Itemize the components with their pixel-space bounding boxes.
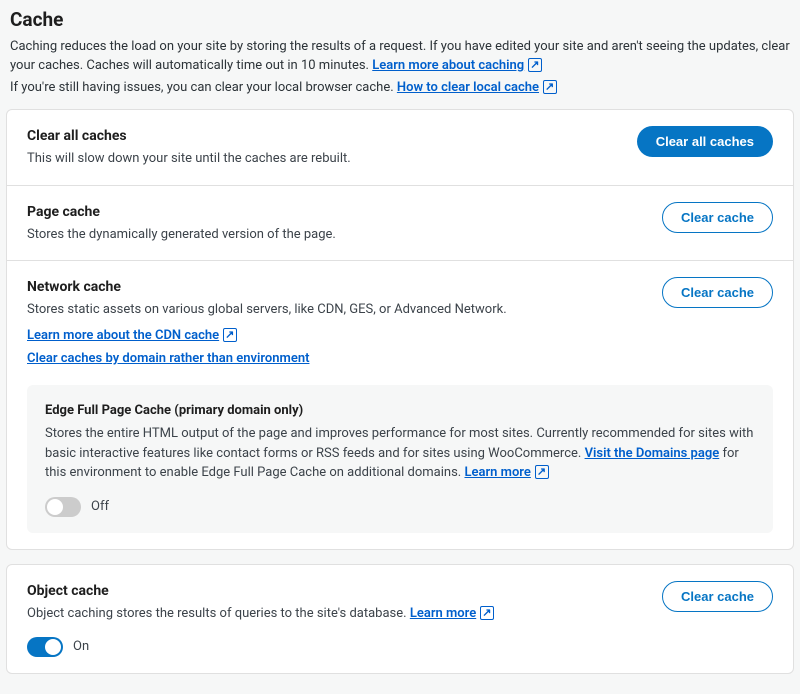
clear-all-caches-button[interactable]: Clear all caches	[637, 126, 773, 157]
cdn-cache-link[interactable]: Learn more about the CDN cache	[27, 326, 237, 346]
page-header: Cache Caching reduces the load on your s…	[6, 6, 794, 109]
object-cache-learn-more-link[interactable]: Learn more	[410, 606, 494, 621]
clear-object-cache-button[interactable]: Clear cache	[662, 581, 773, 612]
page-description-2: If you're still having issues, you can c…	[10, 78, 790, 98]
clear-all-title: Clear all caches	[27, 126, 625, 147]
page-cache-desc: Stores the dynamically generated version…	[27, 225, 650, 245]
page-description: Caching reduces the load on your site by…	[10, 37, 790, 76]
edge-cache-subcard: Edge Full Page Cache (primary domain onl…	[27, 385, 773, 533]
local-cache-link[interactable]: How to clear local cache	[397, 80, 557, 95]
network-cache-section: Network cache Stores static assets on va…	[7, 261, 793, 369]
external-link-icon	[535, 465, 549, 479]
cache-card: Clear all caches This will slow down you…	[6, 109, 794, 550]
edge-toggle-label: Off	[91, 497, 109, 517]
clear-network-cache-button[interactable]: Clear cache	[662, 277, 773, 308]
edge-cache-title: Edge Full Page Cache (primary domain onl…	[45, 401, 755, 421]
clear-all-desc: This will slow down your site until the …	[27, 149, 625, 169]
object-cache-desc: Object caching stores the results of que…	[27, 604, 650, 624]
network-cache-desc: Stores static assets on various global s…	[27, 300, 650, 320]
external-link-icon	[480, 606, 494, 620]
edge-learn-more-link[interactable]: Learn more	[464, 465, 548, 480]
object-toggle-label: On	[73, 637, 89, 657]
object-cache-toggle[interactable]	[27, 637, 63, 657]
clear-all-section: Clear all caches This will slow down you…	[7, 110, 793, 186]
page-cache-section: Page cache Stores the dynamically genera…	[7, 186, 793, 262]
page-title: Cache	[10, 6, 790, 35]
edge-cache-toggle[interactable]	[45, 497, 81, 517]
learn-caching-link[interactable]: Learn more about caching	[372, 58, 542, 73]
external-link-icon	[223, 328, 237, 342]
page-cache-title: Page cache	[27, 202, 650, 223]
visit-domains-link[interactable]: Visit the Domains page	[585, 446, 720, 461]
external-link-icon	[543, 80, 557, 94]
external-link-icon	[528, 58, 542, 72]
network-cache-title: Network cache	[27, 277, 650, 298]
object-cache-title: Object cache	[27, 581, 650, 602]
edge-cache-desc: Stores the entire HTML output of the pag…	[45, 424, 755, 483]
clear-page-cache-button[interactable]: Clear cache	[662, 202, 773, 233]
object-cache-card: Object cache Object caching stores the r…	[6, 564, 794, 675]
clear-by-domain-link[interactable]: Clear caches by domain rather than envir…	[27, 349, 309, 369]
object-cache-section: Object cache Object caching stores the r…	[7, 565, 793, 674]
